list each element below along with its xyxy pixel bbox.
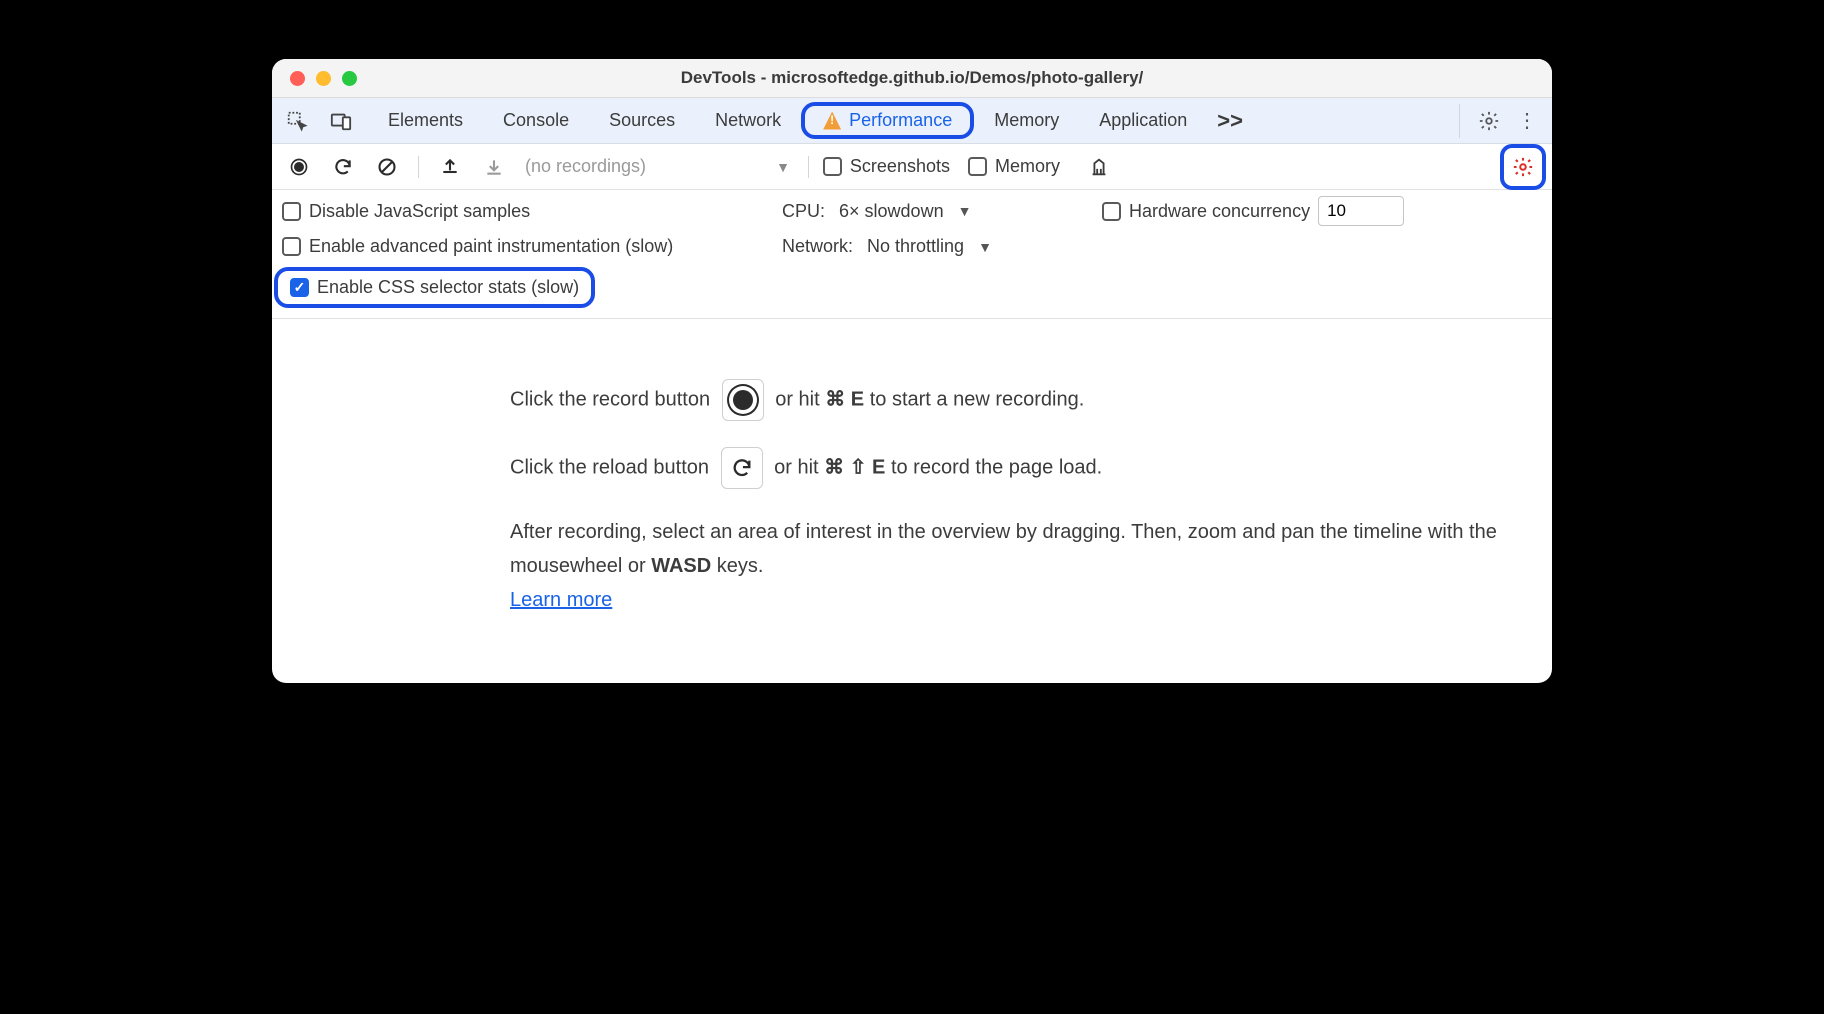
tabs: Elements Console Sources Network Perform… (368, 102, 1451, 139)
reload-instruction: Click the reload button or hit ⌘ ⇧ E to … (510, 447, 1552, 489)
tab-memory[interactable]: Memory (974, 102, 1079, 139)
warning-icon (823, 112, 841, 130)
performance-empty-state: Click the record button or hit ⌘ E to st… (272, 319, 1552, 683)
device-toolbar-icon[interactable] (324, 104, 358, 138)
devtools-settings-icon[interactable] (1472, 104, 1506, 138)
css-selector-stats-checkbox[interactable]: Enable CSS selector stats (slow) (290, 277, 579, 298)
disable-js-samples-checkbox[interactable]: Disable JavaScript samples (282, 201, 530, 222)
hardware-concurrency-label: Hardware concurrency (1129, 201, 1310, 222)
traffic-lights (290, 71, 357, 86)
garbage-collect-icon[interactable] (1082, 150, 1116, 184)
reload-button-inline[interactable] (721, 447, 763, 489)
recordings-placeholder: (no recordings) (525, 156, 646, 177)
hardware-concurrency-checkbox[interactable]: Hardware concurrency (1102, 201, 1310, 222)
shortcut-record: ⌘ E (825, 388, 864, 410)
devtools-window: DevTools - microsoftedge.github.io/Demos… (272, 59, 1552, 683)
record-dot-icon (733, 390, 753, 410)
more-menu-icon[interactable]: ⋮ (1510, 104, 1544, 138)
tab-network[interactable]: Network (695, 102, 801, 139)
advanced-paint-checkbox[interactable]: Enable advanced paint instrumentation (s… (282, 236, 673, 257)
css-selector-stats-highlight: Enable CSS selector stats (slow) (274, 267, 595, 308)
chevron-down-icon: ▼ (776, 159, 790, 175)
chevron-down-icon: ▼ (958, 203, 972, 219)
shortcut-reload: ⌘ ⇧ E (824, 456, 885, 478)
capture-settings-icon[interactable] (1506, 150, 1540, 184)
checkbox-icon (282, 202, 301, 221)
divider (418, 156, 419, 178)
learn-more-link[interactable]: Learn more (510, 589, 612, 611)
memory-label: Memory (995, 156, 1060, 177)
network-throttle-value: No throttling (867, 236, 964, 257)
inspect-element-icon[interactable] (280, 104, 314, 138)
fullscreen-window-button[interactable] (342, 71, 357, 86)
tab-elements[interactable]: Elements (368, 102, 483, 139)
tab-performance[interactable]: Performance (801, 102, 974, 139)
performance-toolbar: (no recordings) ▼ Screenshots Memory (272, 144, 1552, 190)
network-throttle-select[interactable]: No throttling ▼ (867, 236, 992, 257)
reload-record-button[interactable] (326, 150, 360, 184)
close-window-button[interactable] (290, 71, 305, 86)
recordings-select[interactable]: (no recordings) ▼ (521, 156, 794, 177)
checkbox-icon (968, 157, 987, 176)
capture-settings-panel: Disable JavaScript samples CPU: 6× slowd… (272, 190, 1552, 319)
screenshots-label: Screenshots (850, 156, 950, 177)
memory-checkbox[interactable]: Memory (968, 156, 1060, 177)
checkbox-checked-icon (290, 278, 309, 297)
divider (808, 156, 809, 178)
capture-settings-highlight (1500, 144, 1546, 190)
titlebar: DevTools - microsoftedge.github.io/Demos… (272, 59, 1552, 98)
window-title: DevTools - microsoftedge.github.io/Demos… (272, 68, 1552, 88)
css-selector-stats-label: Enable CSS selector stats (slow) (317, 277, 579, 298)
screenshots-checkbox[interactable]: Screenshots (823, 156, 950, 177)
network-label: Network: (782, 236, 853, 257)
checkbox-icon (282, 237, 301, 256)
cpu-label: CPU: (782, 201, 825, 222)
tab-application[interactable]: Application (1079, 102, 1207, 139)
after-recording-instruction: After recording, select an area of inter… (510, 515, 1552, 617)
upload-profile-icon[interactable] (433, 150, 467, 184)
checkbox-icon (823, 157, 842, 176)
record-button-inline[interactable] (722, 379, 764, 421)
record-instruction: Click the record button or hit ⌘ E to st… (510, 379, 1552, 421)
clear-button[interactable] (370, 150, 404, 184)
tabbar: Elements Console Sources Network Perform… (272, 98, 1552, 144)
tab-console[interactable]: Console (483, 102, 589, 139)
disable-js-samples-label: Disable JavaScript samples (309, 201, 530, 222)
minimize-window-button[interactable] (316, 71, 331, 86)
checkbox-icon (1102, 202, 1121, 221)
chevron-down-icon: ▼ (978, 239, 992, 255)
wasd-bold: WASD (651, 555, 711, 577)
advanced-paint-label: Enable advanced paint instrumentation (s… (309, 236, 673, 257)
tab-performance-label: Performance (849, 110, 952, 131)
cpu-throttle-select[interactable]: 6× slowdown ▼ (839, 201, 971, 222)
download-profile-icon[interactable] (477, 150, 511, 184)
record-button[interactable] (282, 150, 316, 184)
hardware-concurrency-input[interactable] (1318, 196, 1404, 226)
tab-sources[interactable]: Sources (589, 102, 695, 139)
tabs-overflow-button[interactable]: >> (1207, 108, 1253, 134)
cpu-throttle-value: 6× slowdown (839, 201, 944, 222)
